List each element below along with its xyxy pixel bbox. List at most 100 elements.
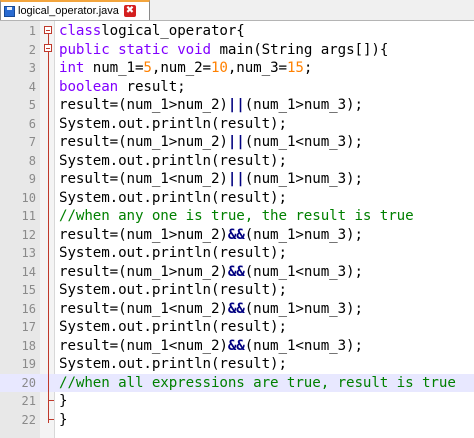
code-text: public static void main(String args[]){ [59,41,388,60]
fold-line [47,34,49,44]
line-number: 9 [28,172,36,186]
code-token: 10 [210,60,228,76]
code-line[interactable]: 12 result=(num_1>num_2)&&(num_1>num_3); [0,226,474,245]
code-token: System.out.println(result); [59,319,287,335]
code-text: result=(num_1>num_2)&&(num_1>num_3); [59,226,363,245]
fold-end-marker [47,400,54,401]
code-token: ; [303,60,313,76]
code-token: boolean [59,78,119,95]
code-token: static [118,41,169,58]
code-line[interactable]: 22} [0,411,474,430]
line-number: 8 [28,153,36,168]
line-number: 4 [28,79,36,94]
code-line[interactable]: 6 System.out.println(result); [0,115,474,134]
code-text: System.out.println(result); [59,318,287,337]
code-line[interactable]: 10 System.out.println(result); [0,189,474,208]
tab-label: logical_operator.java [18,5,119,17]
line-number: 11 [21,209,36,223]
code-token: //when all expressions are true, result … [59,374,456,391]
fold-minus-icon[interactable] [44,44,52,52]
code-line[interactable]: 20 //when all expressions are true, resul… [0,373,474,393]
code-text: System.out.println(result); [59,281,287,300]
code-token: class [59,23,102,39]
code-token: result=(num_1>num_2) [59,97,228,113]
code-token: 5 [143,60,152,76]
line-number: 12 [21,227,36,242]
code-text: result=(num_1<num_2)||(num_1>num_3); [59,170,363,189]
code-token: result=(num_1<num_2) [59,171,228,187]
fold-minus-icon[interactable] [44,26,52,34]
save-disk-icon [4,5,15,17]
code-token: System.out.println(result); [59,282,287,298]
code-token: System.out.println(result); [59,189,287,206]
fold-end-marker [47,419,54,420]
code-line[interactable]: 13 System.out.println(result); [0,244,474,263]
tab-logical-operator[interactable]: logical_operator.java ✖ [0,0,150,20]
code-line[interactable]: 1 classlogical_operator{ [0,22,474,41]
line-number: 22 [21,412,36,427]
code-text: int num_1=5,num_2=10,num_3=15; [59,59,312,78]
code-token: (num_1<num_3); [244,134,363,150]
code-line[interactable]: 11 //when any one is true, the result is … [0,207,474,226]
code-token: (num_1>num_3); [244,226,363,243]
line-number: 13 [21,246,36,260]
code-line[interactable]: 8 System.out.println(result); [0,152,474,171]
code-line[interactable]: 17 System.out.println(result); [0,318,474,337]
code-token: System.out.println(result); [59,115,287,132]
code-line[interactable]: 4 boolean result; [0,78,474,97]
code-token: && [227,226,245,243]
code-token: public [59,41,110,58]
code-line[interactable]: 2 public static void main(String args[]){ [0,41,474,60]
code-token: (num_1<num_3); [244,337,363,354]
line-number: 15 [21,283,36,297]
code-text: result=(num_1>num_2)||(num_1<num_3); [59,133,363,152]
line-number: 18 [21,338,36,353]
code-token: result=(num_1<num_2) [59,337,228,354]
code-line[interactable]: 21} [0,392,474,411]
tab-bar: logical_operator.java ✖ [0,0,474,21]
code-text: //when all expressions are true, result … [59,374,456,393]
code-line[interactable]: 18 result=(num_1<num_2)&&(num_1<num_3); [0,337,474,356]
line-number: 14 [21,264,36,279]
code-text: result=(num_1<num_2)&&(num_1<num_3); [59,337,363,356]
code-token: } [59,411,68,428]
code-token: void [177,41,211,58]
code-text: System.out.println(result); [59,355,287,374]
code-line[interactable]: 19 System.out.println(result); [0,355,474,374]
code-token: int [59,60,85,76]
code-line[interactable]: 15 System.out.println(result); [0,281,474,300]
code-text: System.out.println(result); [59,244,287,263]
code-token: || [227,134,245,150]
code-token: main(String args[]){ [211,41,389,58]
code-text: //when any one is true, the result is tr… [59,207,414,226]
code-line[interactable]: 5 result=(num_1>num_2)||(num_1>num_3); [0,96,474,115]
code-text: result=(num_1>num_2)&&(num_1<num_3); [59,263,363,282]
line-number: 16 [21,301,36,316]
code-line[interactable]: 14 result=(num_1>num_2)&&(num_1<num_3); [0,263,474,282]
line-number: 21 [21,394,36,408]
code-line[interactable]: 16 result=(num_1<num_2)&&(num_1>num_3); [0,300,474,319]
close-icon[interactable]: ✖ [123,5,136,17]
code-token: 15 [286,60,304,76]
code-text: classlogical_operator{ [59,22,245,41]
code-token: logical_operator{ [101,23,245,39]
line-number: 3 [28,61,36,75]
code-line[interactable]: 9 result=(num_1<num_2)||(num_1>num_3); [0,170,474,189]
code-text: System.out.println(result); [59,115,287,134]
line-number: 2 [28,42,36,57]
code-token: System.out.println(result); [59,152,287,169]
code-text: result=(num_1>num_2)||(num_1>num_3); [59,96,363,115]
code-token: result=(num_1>num_2) [59,263,228,280]
code-token: result=(num_1<num_2) [59,300,228,317]
code-token: result=(num_1>num_2) [59,134,228,150]
code-token: && [227,337,245,354]
line-number: 20 [21,375,36,390]
code-token: (num_1>num_3); [244,171,363,187]
code-token: (num_1>num_3); [244,97,363,113]
code-editor[interactable]: 1 classlogical_operator{2 public static vo… [0,21,474,438]
code-line[interactable]: 7 result=(num_1>num_2)||(num_1<num_3); [0,133,474,152]
code-line[interactable]: 3 int num_1=5,num_2=10,num_3=15; [0,59,474,78]
code-token: result; [118,78,186,95]
